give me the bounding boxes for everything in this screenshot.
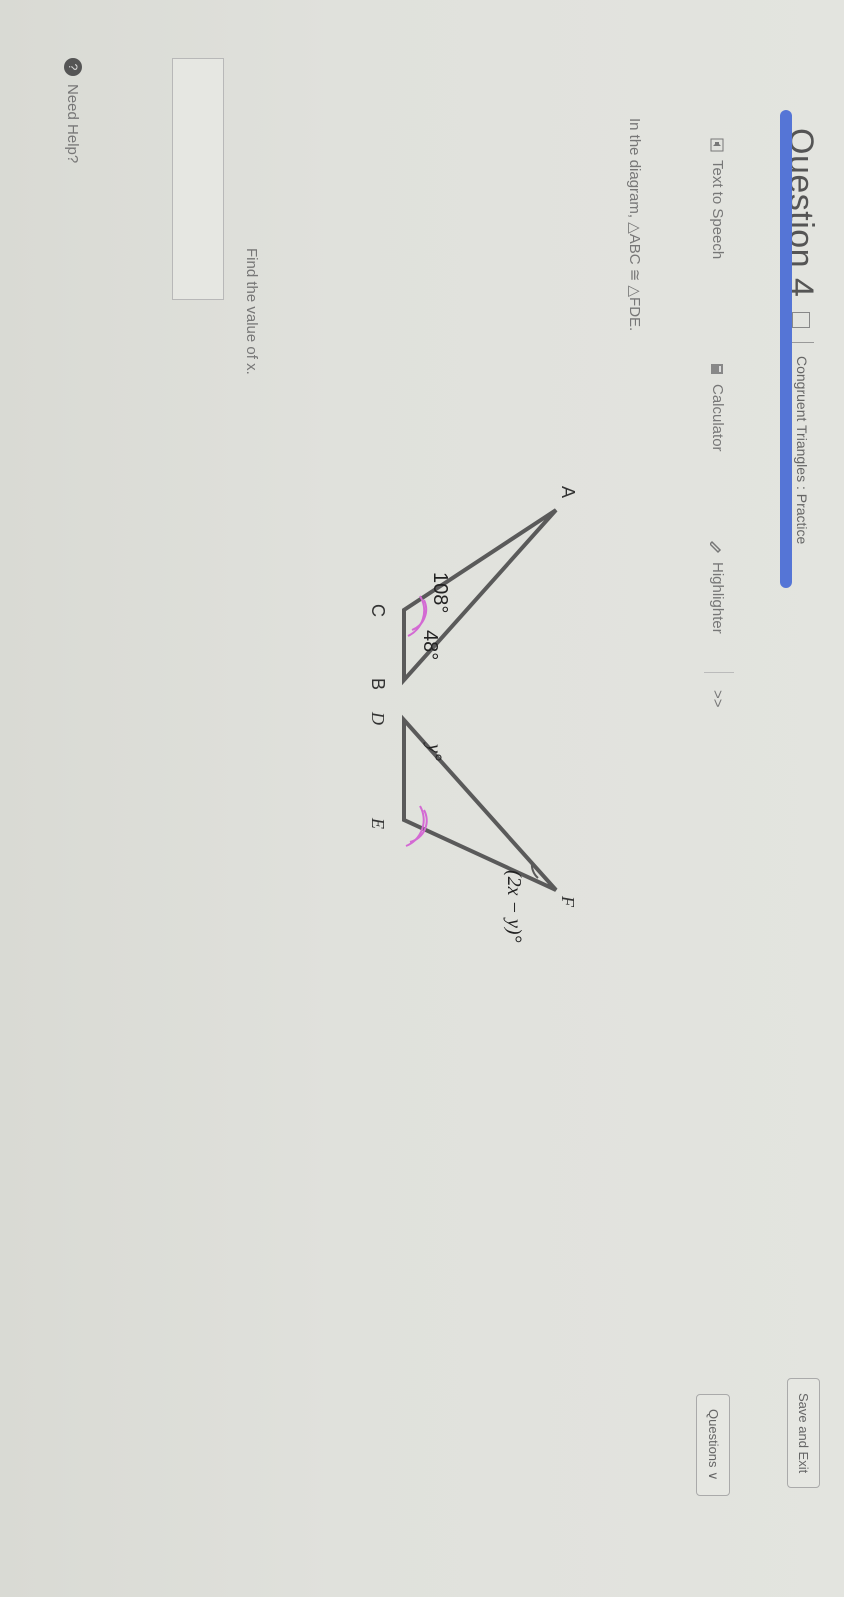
angle-c-label: 108°	[429, 572, 451, 613]
angle-f-label: (2x − y)°	[503, 870, 525, 943]
angle-d-label: y°	[423, 742, 445, 761]
need-help-label: Need Help?	[64, 84, 82, 164]
label-f: F	[558, 895, 578, 908]
bookmark-icon[interactable]	[792, 312, 810, 328]
questions-label: Questions	[706, 1409, 721, 1468]
header-divider	[792, 342, 814, 343]
problem-statement: In the diagram, △ABC ≅ △FDE.	[626, 118, 643, 332]
toolbar-divider	[704, 672, 734, 673]
page: Question 4 Congruent Triangles : Practic…	[0, 0, 844, 1597]
questions-button[interactable]: Questions ∨	[696, 1394, 730, 1496]
label-c: C	[368, 604, 388, 617]
calculator-button[interactable]: Calculator	[709, 362, 726, 452]
speaker-icon	[711, 138, 725, 152]
breadcrumb: Congruent Triangles : Practice	[794, 356, 810, 545]
more-tools-button[interactable]: >>	[709, 690, 726, 708]
calculator-label: Calculator	[709, 384, 726, 452]
highlighter-button[interactable]: Highlighter	[709, 540, 726, 634]
progress-bar	[780, 110, 792, 588]
calculator-icon	[711, 362, 725, 376]
angle-b-label: 48°	[419, 630, 441, 660]
need-help-button[interactable]: ? Need Help?	[64, 58, 82, 163]
label-b: B	[368, 678, 388, 690]
congruent-triangles-diagram: A B C D E F 108° 48° y° (2x − y)°	[368, 486, 578, 943]
text-to-speech-button[interactable]: Text to Speech	[709, 138, 726, 259]
label-a: A	[558, 486, 578, 498]
highlighter-label: Highlighter	[709, 562, 726, 634]
answer-input[interactable]	[172, 58, 224, 300]
label-d: D	[368, 711, 388, 725]
help-icon: ?	[64, 58, 82, 76]
chevron-down-icon: ∨	[706, 1471, 721, 1481]
label-e: E	[368, 817, 388, 829]
text-to-speech-label: Text to Speech	[709, 160, 726, 260]
highlighter-icon	[709, 540, 725, 554]
save-and-exit-button[interactable]: Save and Exit	[787, 1378, 820, 1489]
question-text: Find the value of x.	[243, 248, 260, 375]
